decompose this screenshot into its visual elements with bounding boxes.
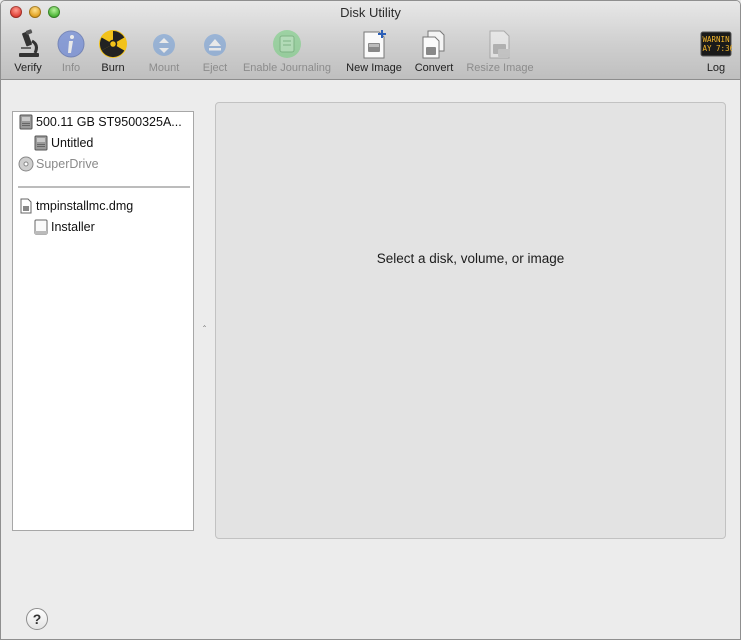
sidebar-item-label: 500.11 GB ST9500325A... bbox=[36, 115, 182, 129]
disk-image-icon bbox=[20, 198, 32, 214]
log-button[interactable]: WARNIN AY 7:36 Log bbox=[700, 29, 732, 75]
sidebar-item-label: tmpinstallmc.dmg bbox=[36, 199, 134, 213]
burn-label: Burn bbox=[101, 62, 125, 74]
new-image-label: New Image bbox=[346, 62, 402, 74]
verify-button[interactable]: Verify bbox=[9, 29, 47, 75]
split-view-handle[interactable]: ‸ bbox=[203, 317, 206, 328]
sidebar-item-installer[interactable]: Installer bbox=[33, 217, 95, 237]
sidebar-item-label: Installer bbox=[51, 220, 95, 234]
eject-button[interactable]: Eject bbox=[199, 29, 231, 75]
sidebar-item-disk-image[interactable]: tmpinstallmc.dmg bbox=[18, 196, 133, 216]
burn-button[interactable]: Burn bbox=[94, 29, 132, 75]
sidebar-item-untitled[interactable]: Untitled bbox=[33, 133, 93, 153]
log-icon-line-1: WARNIN bbox=[703, 35, 730, 44]
sidebar-item-hard-drive[interactable]: 500.11 GB ST9500325A... bbox=[18, 112, 182, 132]
log-icon-line-2: AY 7:36 bbox=[703, 44, 733, 53]
mounted-volume-icon bbox=[34, 219, 48, 235]
sidebar-divider bbox=[18, 186, 190, 188]
resize-image-button[interactable]: Resize Image bbox=[464, 29, 536, 75]
mount-icon bbox=[153, 34, 175, 56]
detail-panel: Select a disk, volume, or image bbox=[215, 102, 726, 539]
toolbar: Disk Utility Verify Info Burn Mount Ejec… bbox=[1, 1, 740, 80]
sidebar-item-label: Untitled bbox=[51, 136, 94, 150]
resize-image-icon bbox=[489, 30, 510, 59]
mount-button[interactable]: Mount bbox=[145, 29, 183, 75]
info-icon bbox=[57, 30, 85, 58]
mount-label: Mount bbox=[148, 62, 180, 74]
convert-label: Convert bbox=[414, 62, 454, 74]
sidebar-item-label: SuperDrive bbox=[36, 157, 99, 171]
eject-label: Eject bbox=[202, 62, 228, 74]
info-button[interactable]: Info bbox=[55, 29, 87, 75]
disk-list-sidebar[interactable]: 500.11 GB ST9500325A... Untitled SuperDr… bbox=[12, 111, 194, 531]
radiation-icon bbox=[99, 30, 127, 58]
info-label: Info bbox=[61, 62, 81, 74]
help-button[interactable]: ? bbox=[26, 608, 48, 630]
resize-image-label: Resize Image bbox=[466, 62, 534, 74]
console-log-icon: WARNIN AY 7:36 bbox=[700, 31, 733, 57]
window-title: Disk Utility bbox=[340, 5, 401, 20]
eject-icon bbox=[204, 34, 226, 56]
verify-label: Verify bbox=[14, 62, 42, 74]
new-image-button[interactable]: New Image bbox=[343, 29, 405, 75]
optical-drive-icon bbox=[18, 156, 34, 172]
volume-icon bbox=[34, 135, 48, 151]
sidebar-item-superdrive[interactable]: SuperDrive bbox=[18, 154, 99, 174]
new-image-icon bbox=[363, 30, 386, 59]
empty-selection-message: Select a disk, volume, or image bbox=[376, 251, 565, 266]
convert-button[interactable]: Convert bbox=[411, 29, 457, 75]
log-label: Log bbox=[706, 62, 726, 74]
enable-journaling-button[interactable]: Enable Journaling bbox=[239, 29, 335, 75]
microscope-icon bbox=[19, 29, 39, 57]
convert-icon bbox=[422, 30, 445, 59]
hard-drive-icon bbox=[19, 114, 33, 130]
enable-journaling-label: Enable Journaling bbox=[242, 62, 332, 74]
disk-utility-window: Disk Utility Verify Info Burn Mount Ejec… bbox=[0, 0, 741, 640]
journaling-icon bbox=[273, 30, 301, 58]
